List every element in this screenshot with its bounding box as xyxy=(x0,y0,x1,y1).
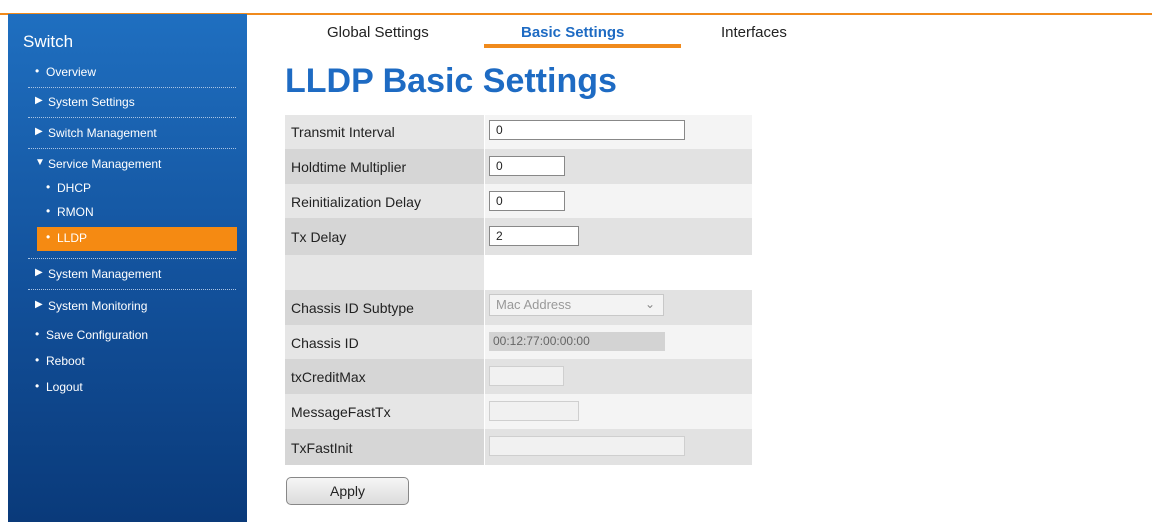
chassis-id-subtype-select[interactable]: Mac Address ⌄ xyxy=(489,294,664,316)
field-label: Holdtime Multiplier xyxy=(291,159,407,175)
sidebar-item-label: LLDP xyxy=(57,231,88,245)
divider xyxy=(28,289,236,290)
sidebar-item-dhcp[interactable]: • DHCP xyxy=(8,180,247,200)
page-title: LLDP Basic Settings xyxy=(285,62,617,100)
reinitialization-delay-input[interactable] xyxy=(489,191,565,211)
tx-delay-input[interactable] xyxy=(489,226,579,246)
apply-button[interactable]: Apply xyxy=(286,477,409,505)
sidebar-item-lldp[interactable]: • LLDP xyxy=(37,227,237,251)
transmit-interval-input[interactable] xyxy=(489,120,685,140)
field-label: MessageFastTx xyxy=(291,404,391,420)
field-label: Chassis ID xyxy=(291,335,359,351)
sidebar-item-service-management[interactable]: ▼ Service Management xyxy=(8,155,247,177)
bullet-icon: • xyxy=(35,64,40,78)
sidebar-item-rmon[interactable]: • RMON xyxy=(8,204,247,224)
sidebar-item-system-management[interactable]: ▶ System Management xyxy=(8,265,247,287)
bullet-icon: • xyxy=(35,379,40,393)
divider xyxy=(28,87,236,88)
sidebar-item-label: Reboot xyxy=(46,354,85,368)
tab-global-settings[interactable]: Global Settings xyxy=(327,24,429,41)
sidebar-item-label: Overview xyxy=(46,65,97,79)
sidebar-item-save-configuration[interactable]: • Save Configuration xyxy=(8,327,247,347)
sidebar-item-label: System Settings xyxy=(48,95,135,109)
sidebar-item-reboot[interactable]: • Reboot xyxy=(8,353,247,373)
chevron-down-icon: ⌄ xyxy=(644,297,655,311)
field-label: Transmit Interval xyxy=(291,124,395,140)
sidebar-title: Switch xyxy=(23,32,74,51)
txfastinit-input[interactable] xyxy=(489,436,685,456)
sidebar-item-label: DHCP xyxy=(57,181,92,195)
tab-basic-settings[interactable]: Basic Settings xyxy=(521,24,624,41)
divider xyxy=(28,258,236,259)
field-label: txCreditMax xyxy=(291,369,366,385)
triangle-right-icon: ▶ xyxy=(35,267,43,278)
sidebar-item-label: System Monitoring xyxy=(48,299,148,313)
sidebar-item-label: Save Configuration xyxy=(46,328,149,342)
form-row-spacer xyxy=(285,255,752,290)
active-tab-indicator xyxy=(484,44,681,48)
sidebar-item-label: RMON xyxy=(57,205,94,219)
chassis-id-value: 00:12:77:00:00:00 xyxy=(489,332,665,351)
field-label: Reinitialization Delay xyxy=(291,194,421,210)
bullet-icon: • xyxy=(46,230,51,244)
select-value: Mac Address xyxy=(496,297,572,312)
sidebar-item-switch-management[interactable]: ▶ Switch Management xyxy=(8,124,247,146)
bullet-icon: • xyxy=(35,353,40,367)
txcreditmax-input[interactable] xyxy=(489,366,564,386)
divider xyxy=(28,117,236,118)
holdtime-multiplier-input[interactable] xyxy=(489,156,565,176)
sidebar-item-label: Switch Management xyxy=(48,126,157,140)
bullet-icon: • xyxy=(35,327,40,341)
field-label: Chassis ID Subtype xyxy=(291,300,414,316)
sidebar-item-logout[interactable]: • Logout xyxy=(8,379,247,399)
triangle-right-icon: ▶ xyxy=(35,126,43,137)
divider xyxy=(28,148,236,149)
triangle-right-icon: ▶ xyxy=(35,95,43,106)
bullet-icon: • xyxy=(46,180,51,194)
bullet-icon: • xyxy=(46,204,51,218)
tab-interfaces[interactable]: Interfaces xyxy=(721,24,787,41)
field-label: Tx Delay xyxy=(291,229,347,245)
sidebar-item-label: System Management xyxy=(48,267,162,281)
field-label: TxFastInit xyxy=(291,440,353,456)
messagefasttx-input[interactable] xyxy=(489,401,579,421)
sidebar-item-system-settings[interactable]: ▶ System Settings xyxy=(8,93,247,115)
triangle-down-icon: ▼ xyxy=(35,157,45,168)
sidebar-item-system-monitoring[interactable]: ▶ System Monitoring xyxy=(8,297,247,319)
sidebar-item-label: Service Management xyxy=(48,157,162,171)
triangle-right-icon: ▶ xyxy=(35,299,43,310)
sidebar-item-label: Logout xyxy=(46,380,83,394)
sidebar-item-overview[interactable]: • Overview xyxy=(8,64,247,84)
